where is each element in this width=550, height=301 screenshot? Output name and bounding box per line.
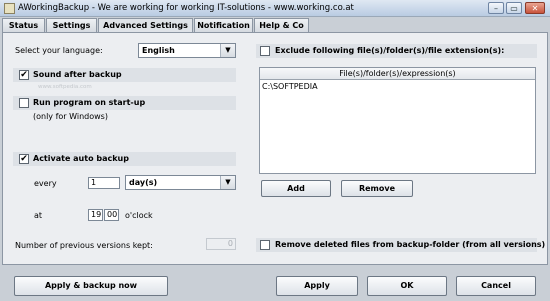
tab-settings[interactable]: Settings [46, 18, 97, 32]
startup-checkbox[interactable] [19, 98, 29, 108]
language-value: English [142, 46, 175, 55]
remove-deleted-section: Remove deleted files from backup-folder … [256, 238, 545, 252]
startup-note: (only for Windows) [33, 112, 108, 121]
tab-notification[interactable]: Notification [194, 18, 253, 32]
startup-label[interactable]: Run program on start-up [33, 98, 145, 107]
close-button[interactable]: ✕ [525, 2, 545, 14]
sound-label[interactable]: Sound after backup [33, 70, 122, 79]
startup-section: Run program on start-up [13, 96, 236, 110]
tab-bar: Status Settings Advanced Settings Notifi… [2, 18, 548, 33]
apply-button[interactable]: Apply [276, 276, 358, 296]
watermark-text: www.softpedia.com [38, 84, 92, 90]
chevron-down-icon: ▼ [220, 44, 235, 57]
oclock-label: o'clock [125, 211, 153, 220]
every-label: every [34, 179, 57, 188]
previous-versions-label: Number of previous versions kept: [15, 241, 153, 250]
hour-input[interactable]: 19 [88, 209, 103, 221]
title-bar: AWorkingBackup - We are working for work… [0, 0, 550, 17]
at-label: at [34, 211, 43, 220]
sound-checkbox[interactable]: ✔ [19, 70, 29, 80]
bottom-button-bar: Apply & backup now Apply OK Cancel [0, 265, 550, 301]
advanced-settings-panel: Select your language: English ▼ ✔ Sound … [2, 32, 548, 265]
window-title: AWorkingBackup - We are working for work… [18, 3, 354, 13]
every-input[interactable]: 1 [88, 177, 120, 189]
exclude-label[interactable]: Exclude following file(s)/folder(s)/file… [275, 46, 504, 55]
interval-unit-select[interactable]: day(s) ▼ [125, 175, 236, 190]
remove-button[interactable]: Remove [341, 180, 413, 197]
add-button[interactable]: Add [261, 180, 331, 197]
tab-status[interactable]: Status [2, 18, 45, 32]
exclude-list[interactable]: File(s)/folder(s)/expression(s) C:\SOFTP… [259, 67, 536, 174]
auto-backup-label[interactable]: Activate auto backup [33, 154, 129, 163]
chevron-down-icon: ▼ [220, 176, 235, 189]
exclude-section: Exclude following file(s)/folder(s)/file… [256, 44, 537, 58]
interval-unit-value: day(s) [129, 178, 158, 187]
sound-section: ✔ Sound after backup [13, 68, 236, 82]
auto-backup-section: ✔ Activate auto backup [13, 152, 236, 166]
tab-help[interactable]: Help & Co [254, 18, 309, 32]
apply-backup-button[interactable]: Apply & backup now [14, 276, 168, 296]
list-item[interactable]: C:\SOFTPEDIA [262, 82, 318, 91]
tab-advanced-settings[interactable]: Advanced Settings [98, 18, 193, 33]
maximize-button[interactable]: ▭ [506, 2, 522, 14]
previous-versions-input[interactable]: 0 [206, 238, 236, 250]
exclude-checkbox[interactable] [260, 46, 270, 56]
app-icon [4, 3, 15, 14]
auto-backup-checkbox[interactable]: ✔ [19, 154, 29, 164]
remove-deleted-label[interactable]: Remove deleted files from backup-folder … [275, 240, 545, 249]
language-label: Select your language: [15, 46, 103, 55]
minute-input[interactable]: 00 [104, 209, 119, 221]
language-select[interactable]: English ▼ [138, 43, 236, 58]
remove-deleted-checkbox[interactable] [260, 240, 270, 250]
cancel-button[interactable]: Cancel [456, 276, 536, 296]
ok-button[interactable]: OK [367, 276, 447, 296]
minimize-button[interactable]: – [488, 2, 504, 14]
exclude-list-header: File(s)/folder(s)/expression(s) [260, 68, 535, 80]
